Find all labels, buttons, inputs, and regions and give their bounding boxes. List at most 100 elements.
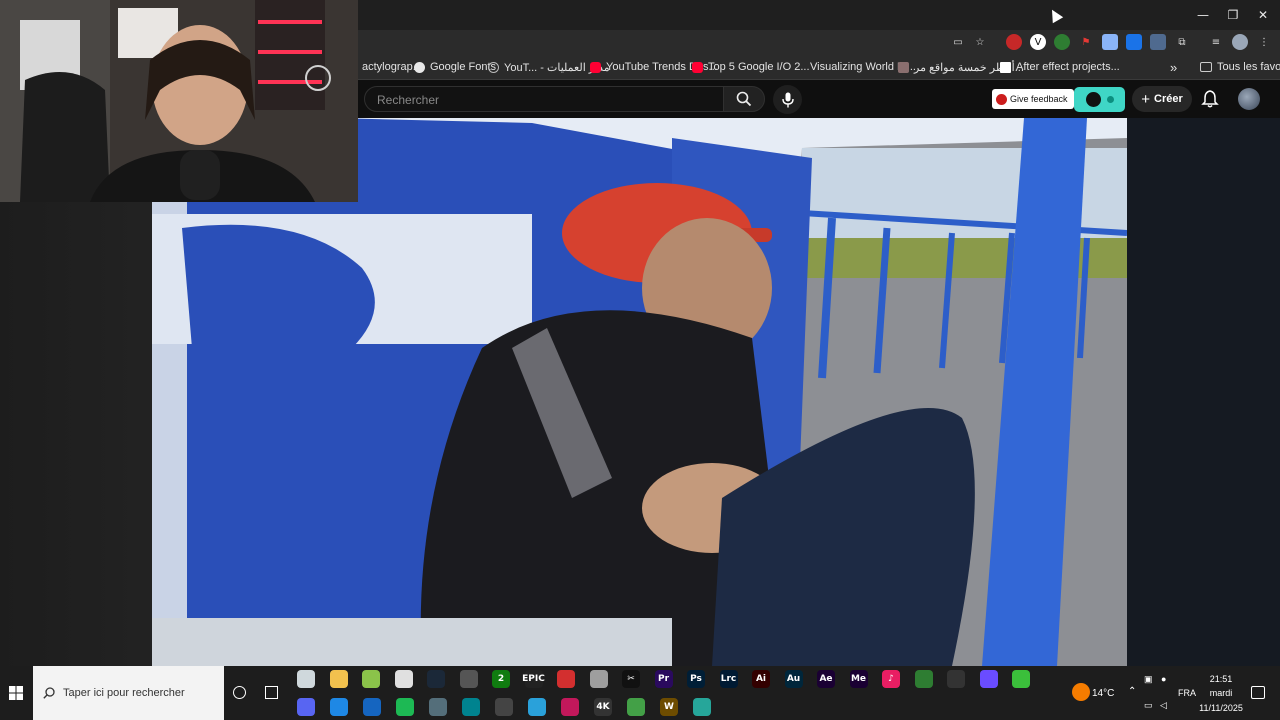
app-icon-pen[interactable]: [495, 698, 513, 716]
cast-icon[interactable]: ▭: [950, 34, 966, 50]
notifications-bell-icon[interactable]: [1200, 89, 1220, 109]
taskbar-search-box[interactable]: Taper ici pour rechercher: [33, 666, 224, 720]
app-icon-tiles[interactable]: [693, 698, 711, 716]
bookmark-label: Google Fonts: [430, 61, 497, 73]
wow-icon[interactable]: W: [660, 698, 678, 716]
photoshop-icon[interactable]: Ps: [687, 670, 705, 688]
tiktok-icon[interactable]: ♪: [882, 670, 900, 688]
steam-icon[interactable]: [427, 670, 445, 688]
extension-logo-icon: [1086, 92, 1101, 107]
lightroom-icon[interactable]: Lrc: [719, 670, 738, 688]
google-icon: [414, 61, 425, 73]
spotify-icon[interactable]: [396, 698, 414, 716]
tray-device-icon[interactable]: ▣: [1144, 674, 1153, 685]
capcut-icon[interactable]: ✂: [622, 670, 640, 688]
create-button[interactable]: + Créer: [1132, 86, 1192, 112]
voice-search-button[interactable]: [773, 85, 802, 114]
chrome-icon[interactable]: [394, 670, 413, 688]
windows-start-icon[interactable]: [9, 686, 23, 700]
all-bookmarks-folder[interactable]: Tous les favoris: [1200, 60, 1280, 74]
page-icon: [1000, 61, 1011, 73]
explorer-icon[interactable]: [329, 670, 348, 688]
4k-downloader-icon[interactable]: 4K: [594, 698, 612, 716]
bookmarks-overflow-button[interactable]: »: [1170, 60, 1177, 75]
premiere-icon[interactable]: Pr: [654, 670, 673, 688]
clock-day: mardi: [1209, 688, 1233, 698]
notifications-center-icon[interactable]: [1251, 686, 1265, 699]
telegram-icon[interactable]: [528, 698, 546, 716]
app-icon-leaf[interactable]: [627, 698, 645, 716]
search-icon: [43, 687, 55, 699]
app-icon-green[interactable]: [914, 670, 933, 688]
app-icon-bluebird[interactable]: [363, 698, 381, 716]
microphone-tray-icon[interactable]: ●: [1161, 674, 1166, 684]
bookmark-star-icon[interactable]: ☆: [972, 34, 988, 50]
bookmark-item[interactable]: After effect projects...: [1000, 60, 1120, 74]
app-icon-dark[interactable]: [947, 670, 965, 688]
folder-icon: [1200, 62, 1212, 72]
app-icon-blue[interactable]: [330, 698, 348, 716]
extension-icon-4[interactable]: [1150, 34, 1166, 50]
app-icon-lime[interactable]: [1012, 670, 1030, 688]
bookmark-label: actylograp...: [362, 61, 422, 73]
plus-icon: +: [1141, 90, 1150, 108]
webcam-feed: [0, 0, 358, 202]
extension-icon-camera[interactable]: [1102, 34, 1118, 50]
extension-toggle-button[interactable]: [1074, 87, 1125, 112]
webcam-overlay: [0, 0, 358, 202]
bookmark-item[interactable]: actylograp...: [362, 60, 422, 74]
bookmark-item[interactable]: Google Fonts: [414, 60, 496, 74]
menu-kebab-icon[interactable]: ⋮: [1256, 34, 1272, 50]
clock-time[interactable]: 21:51: [1196, 674, 1246, 684]
app-icon-cyan[interactable]: [462, 698, 480, 716]
globe-icon: [488, 61, 499, 73]
youtube-icon: [692, 61, 703, 73]
profile-avatar-icon[interactable]: [1232, 34, 1248, 50]
files-app-icon[interactable]: [297, 670, 315, 688]
illustrator-icon[interactable]: Ai: [752, 670, 770, 688]
account-avatar[interactable]: [1238, 88, 1260, 110]
search-button[interactable]: [723, 86, 765, 112]
app-icon-purple[interactable]: [979, 670, 998, 688]
bookmark-label: After effect projects...: [1016, 61, 1120, 73]
restore-button[interactable]: ❐: [1218, 0, 1248, 30]
weather-temperature[interactable]: 14°C: [1092, 688, 1114, 699]
reading-list-icon[interactable]: ≡: [1208, 34, 1224, 50]
close-button[interactable]: ✕: [1248, 0, 1278, 30]
epic-games-icon[interactable]: EPIC: [522, 670, 545, 688]
after-effects-icon[interactable]: Ae: [817, 670, 835, 688]
app-icon-3[interactable]: [362, 670, 380, 688]
weather-icon[interactable]: [1072, 683, 1090, 701]
discord-icon[interactable]: [297, 698, 315, 716]
network-icon[interactable]: ▭: [1144, 700, 1153, 711]
language-indicator[interactable]: FRA: [1178, 688, 1196, 698]
search-input[interactable]: Rechercher: [364, 86, 724, 112]
feedback-logo-icon: [996, 93, 1007, 105]
volume-icon[interactable]: ◁: [1160, 700, 1167, 711]
app-icon-red[interactable]: [557, 670, 575, 688]
extensions-puzzle-icon[interactable]: ⧉: [1174, 34, 1190, 50]
extension-icon-1[interactable]: [1006, 34, 1022, 50]
bookmark-label: Top 5 Google I/O 2...: [708, 61, 810, 73]
bookmark-item[interactable]: Top 5 Google I/O 2...: [692, 60, 810, 74]
windows-taskbar: Taper ici pour rechercher 2 EPIC ✂ Pr Ps Lrc A…: [0, 666, 1280, 720]
obs-icon[interactable]: [459, 670, 478, 688]
clock-date: 11/11/2025: [1199, 703, 1243, 713]
media-encoder-icon[interactable]: Me: [849, 670, 868, 688]
xbox-icon[interactable]: 2: [492, 670, 510, 688]
app-icon-pink[interactable]: [561, 698, 579, 716]
app-icon-grey[interactable]: [589, 670, 608, 688]
tray-overflow-chevron-icon[interactable]: ⌃: [1128, 686, 1136, 697]
extension-icon-v[interactable]: V: [1030, 34, 1046, 50]
minimize-button[interactable]: —: [1188, 0, 1218, 30]
app-icon-slate[interactable]: [429, 698, 447, 716]
audition-icon[interactable]: Au: [784, 670, 803, 688]
image-icon: [898, 61, 909, 73]
extension-icon-red[interactable]: ⚑: [1078, 34, 1094, 50]
create-label: Créer: [1154, 93, 1183, 105]
task-view-icon[interactable]: [265, 686, 278, 699]
translate-icon[interactable]: [1126, 34, 1142, 50]
give-feedback-button[interactable]: Give feedback: [992, 89, 1074, 109]
cortana-icon[interactable]: [233, 686, 246, 699]
extension-icon-whatsapp[interactable]: [1054, 34, 1070, 50]
